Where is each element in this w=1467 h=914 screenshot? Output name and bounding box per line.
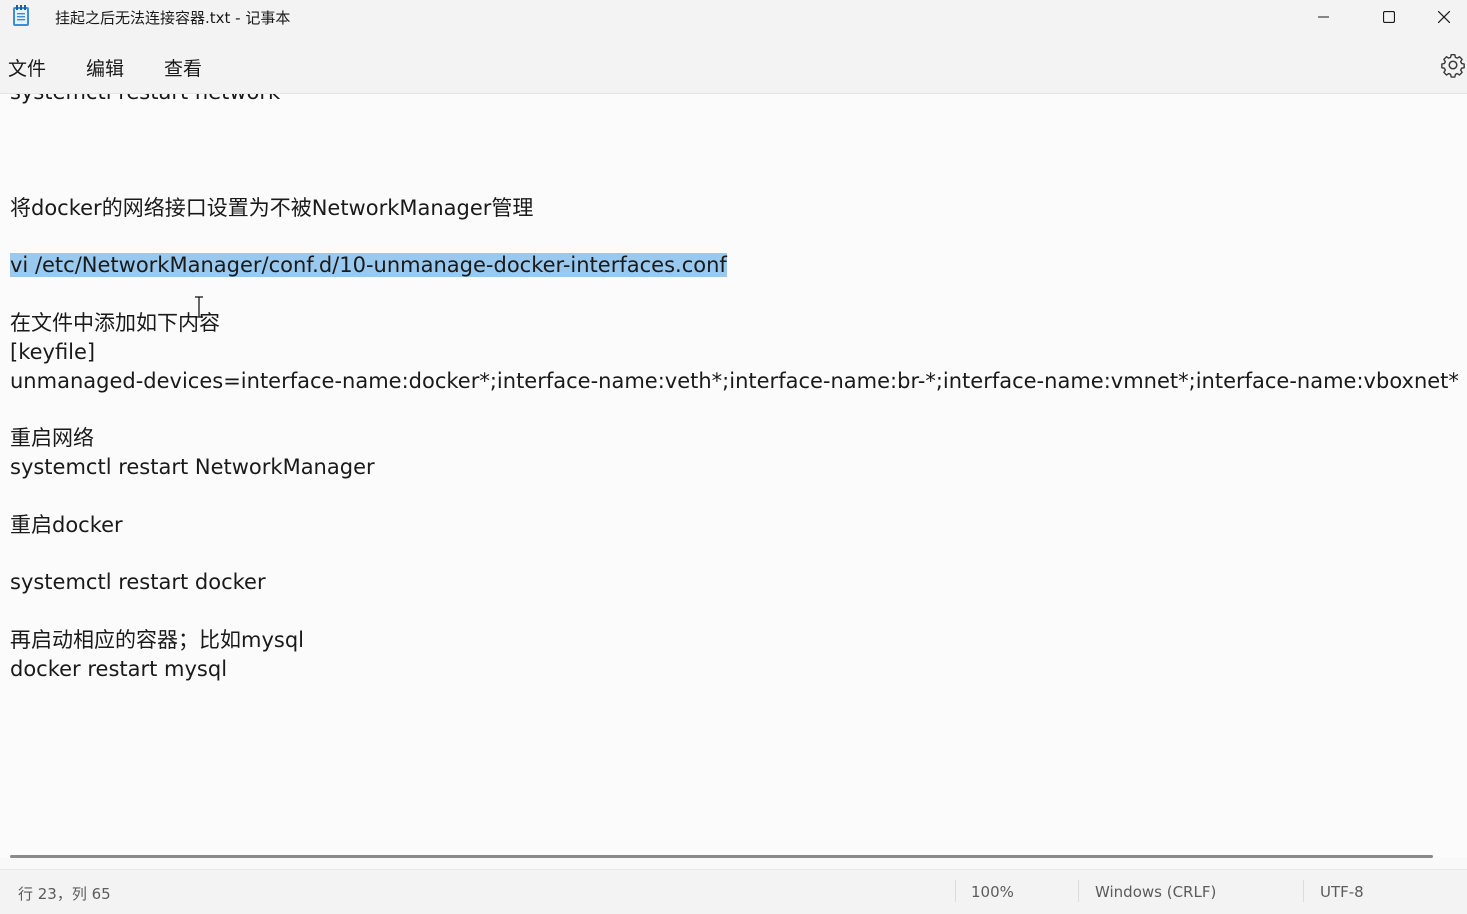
text-line: systemctl restart network	[10, 94, 280, 107]
window-title: 挂起之后无法连接容器.txt - 记事本	[55, 9, 291, 27]
settings-button[interactable]	[1440, 52, 1466, 78]
text-line: 重启docker	[10, 513, 123, 537]
gear-icon	[1441, 54, 1465, 78]
ibeam-cursor-icon	[195, 296, 203, 318]
text-line: unmanaged-devices=interface-name:docker*…	[10, 369, 1459, 393]
notepad-icon	[13, 5, 29, 26]
text-line: systemctl restart docker	[10, 570, 266, 594]
status-divider	[1303, 880, 1304, 902]
minimize-button[interactable]	[1292, 0, 1356, 34]
maximize-button[interactable]	[1357, 0, 1421, 34]
text-line: 重启网络	[10, 426, 94, 450]
status-divider	[955, 880, 956, 902]
status-bar: 行 23，列 65 100% Windows (CRLF) UTF-8	[0, 869, 1467, 914]
text-line: 将docker的网络接口设置为不被NetworkManager管理	[10, 196, 534, 220]
zoom-level[interactable]: 100%	[971, 883, 1014, 901]
maximize-icon	[1383, 11, 1395, 23]
text-editor[interactable]: systemctl restart network 将docker的网络接口设置…	[0, 94, 1467, 857]
close-button[interactable]	[1421, 0, 1467, 34]
status-divider	[1078, 880, 1079, 902]
text-line: docker restart mysql	[10, 657, 228, 681]
close-icon	[1438, 11, 1450, 23]
title-bar: 挂起之后无法连接容器.txt - 记事本	[0, 0, 1467, 34]
menu-edit[interactable]: 编辑	[86, 54, 124, 81]
menu-view[interactable]: 查看	[164, 54, 202, 81]
selected-text-line: vi /etc/NetworkManager/conf.d/10-unmanag…	[10, 251, 727, 280]
menu-file[interactable]: 文件	[8, 54, 46, 81]
text-line: 再启动相应的容器；比如mysql	[10, 628, 304, 652]
text-selection: vi /etc/NetworkManager/conf.d/10-unmanag…	[10, 253, 727, 277]
menu-bar: 文件 编辑 查看	[0, 34, 1467, 94]
text-line: [keyfile]	[10, 340, 96, 364]
encoding[interactable]: UTF-8	[1320, 883, 1364, 901]
minimize-icon	[1318, 16, 1329, 18]
cursor-position: 行 23，列 65	[18, 885, 111, 903]
line-ending[interactable]: Windows (CRLF)	[1095, 883, 1216, 901]
text-line: 在文件中添加如下内容	[10, 311, 220, 335]
text-line: systemctl restart NetworkManager	[10, 455, 375, 479]
horizontal-scrollbar[interactable]	[10, 855, 1433, 858]
